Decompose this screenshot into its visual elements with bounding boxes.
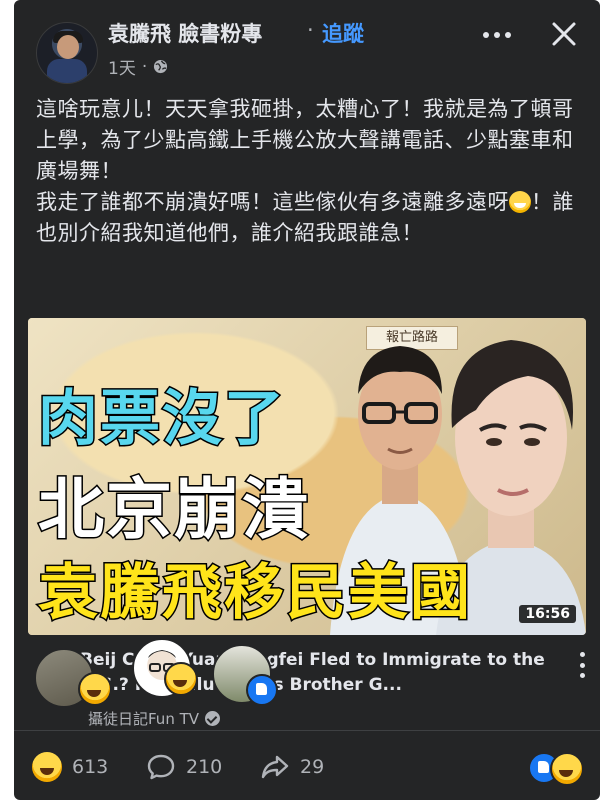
thumbnail-headline-1: 肉票沒了: [37, 383, 286, 456]
reactions-button[interactable]: 613: [32, 752, 108, 782]
video-duration: 16:56: [519, 605, 576, 623]
comments-count: 210: [186, 756, 223, 778]
post-card: 袁騰飛 臉書粉專 · 追蹤 1天 · 這啥玩意儿！天天拿我砸掛，太糟心了！我就是…: [14, 0, 600, 800]
post-body: 這啥玩意儿！天天拿我砸掛，太糟心了！我就是為了頓哥上學，為了少點高鐵上手機公放大…: [36, 94, 582, 249]
post-meta: 1天 ·: [108, 54, 168, 79]
follow-button[interactable]: 追蹤: [322, 18, 364, 48]
reaction-summary[interactable]: [528, 752, 588, 786]
post-paragraph-2: 我走了誰都不崩潰好嗎！這些傢伙有多遠離多遠呀 ！誰也別介紹我知道他們，誰介紹我跟誰…: [36, 187, 582, 249]
shares-count: 29: [300, 756, 325, 778]
channel-name[interactable]: 攝徒日記Fun TV: [88, 708, 199, 729]
kebab-icon[interactable]: [574, 652, 590, 678]
post-text-part-1: 我走了誰都不崩潰好嗎！這些傢伙有多遠離多遠呀: [36, 190, 509, 214]
haha-icon: [32, 752, 62, 782]
share-button[interactable]: 29: [260, 752, 324, 782]
like-icon: [246, 674, 278, 706]
post-paragraph-1: 這啥玩意儿！天天拿我砸掛，太糟心了！我就是為了頓哥上學，為了少點高鐵上手機公放大…: [36, 97, 574, 183]
haha-icon: [550, 752, 584, 786]
header-dot: ·: [307, 18, 314, 42]
globe-icon: [154, 59, 168, 74]
video-thumbnail[interactable]: 報亡路路 肉票沒了 北京崩潰 袁騰飛移民美國 16:56: [28, 318, 586, 635]
reactions-count: 613: [72, 756, 109, 778]
video-info: Beij Cris s Yuan Tengfei Fled to Immigra…: [28, 638, 598, 728]
page-avatar[interactable]: [36, 22, 98, 84]
laughing-emoji-icon: [509, 191, 531, 213]
haha-icon: [78, 672, 112, 706]
post-header: 袁騰飛 臉書粉專 · 追蹤 1天 ·: [14, 0, 600, 88]
comment-button[interactable]: 210: [146, 752, 222, 782]
timestamp[interactable]: 1天: [108, 54, 136, 79]
thumbnail-headline-2: 北京崩潰: [37, 470, 310, 550]
close-icon[interactable]: [546, 16, 582, 52]
meta-dot: ·: [141, 56, 148, 77]
divider: [14, 730, 600, 731]
more-options-icon[interactable]: [477, 20, 517, 50]
page-name[interactable]: 袁騰飛 臉書粉專: [108, 18, 262, 48]
share-icon: [261, 755, 289, 779]
verified-icon: [205, 711, 221, 726]
thumbnail-headline-3: 袁騰飛移民美國: [37, 557, 472, 630]
comment-icon: [147, 754, 175, 780]
haha-icon: [164, 662, 198, 696]
action-bar: 613 210 29: [14, 742, 600, 792]
channel-info: 攝徒日記Fun TV: [88, 708, 221, 729]
